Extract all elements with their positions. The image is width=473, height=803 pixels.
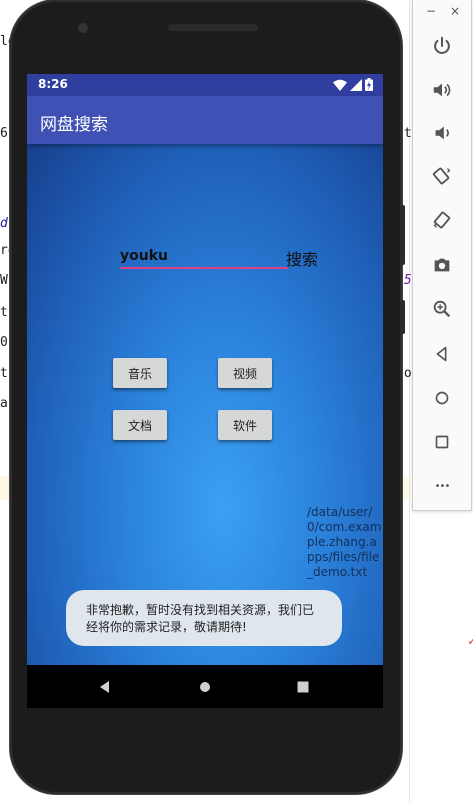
ide-code-fragment: t — [0, 366, 8, 381]
emulator-toolbar: − × ••• — [412, 0, 472, 511]
more-icon[interactable]: ••• — [430, 474, 454, 498]
music-button[interactable]: 音乐 — [113, 358, 167, 388]
nav-overview-icon[interactable] — [293, 677, 313, 697]
software-button[interactable]: 软件 — [218, 410, 272, 440]
ide-code-fragment: d — [0, 216, 8, 231]
app-bar: 网盘搜索 — [27, 96, 383, 144]
ide-error-mark: ✓ — [468, 634, 473, 649]
close-button[interactable]: × — [447, 4, 463, 18]
earpiece-speaker — [168, 24, 258, 31]
status-bar: 8:26 — [27, 74, 383, 96]
volume-up-icon[interactable] — [430, 78, 454, 102]
battery-icon — [365, 78, 373, 91]
status-icons — [333, 78, 373, 91]
main-content: 搜索 音乐 视频 文档 软件 /data/user/0/com.example.… — [27, 144, 383, 665]
search-input[interactable] — [120, 245, 288, 267]
ide-divider — [409, 0, 410, 803]
power-rocker — [400, 300, 405, 334]
search-button[interactable]: 搜索 — [286, 246, 318, 270]
file-path-text: /data/user/0/com.example.zhang.apps/file… — [307, 505, 382, 579]
rotate-right-icon[interactable] — [430, 208, 454, 232]
home-icon[interactable] — [430, 386, 454, 410]
video-button[interactable]: 视频 — [218, 358, 272, 388]
volume-rocker — [400, 205, 405, 265]
toast-message: 非常抱歉，暂时没有找到相关资源，我们已经将你的需求记录，敬请期待! — [66, 590, 342, 646]
ide-code-fragment: t — [0, 305, 8, 320]
camera-icon[interactable] — [430, 253, 454, 277]
ide-code-fragment: 0 — [0, 335, 8, 350]
ide-code-fragment: W — [0, 273, 8, 288]
document-button[interactable]: 文档 — [113, 410, 167, 440]
search-input-underline — [120, 267, 288, 269]
overview-icon[interactable] — [430, 430, 454, 454]
volume-down-icon[interactable] — [430, 121, 454, 145]
rotate-left-icon[interactable] — [430, 164, 454, 188]
power-icon[interactable] — [430, 34, 454, 58]
phone-frame: 8:26 网盘搜索 搜索 音乐 视频 文档 软件 /data/user/0/co… — [10, 0, 405, 794]
nav-home-icon[interactable] — [195, 677, 215, 697]
minimize-button[interactable]: − — [423, 4, 439, 18]
back-icon[interactable] — [430, 342, 454, 366]
page-title: 网盘搜索 — [40, 115, 108, 135]
nav-back-icon[interactable] — [95, 677, 115, 697]
wifi-icon — [333, 79, 347, 91]
ide-code-fragment: 6 — [0, 126, 8, 141]
signal-icon — [350, 78, 362, 91]
status-time: 8:26 — [38, 77, 68, 91]
phone-screen: 8:26 网盘搜索 搜索 音乐 视频 文档 软件 /data/user/0/co… — [27, 74, 383, 708]
navigation-bar — [27, 665, 383, 708]
ide-code-fragment: a — [0, 396, 8, 411]
front-camera — [78, 23, 88, 33]
zoom-icon[interactable] — [430, 297, 454, 321]
